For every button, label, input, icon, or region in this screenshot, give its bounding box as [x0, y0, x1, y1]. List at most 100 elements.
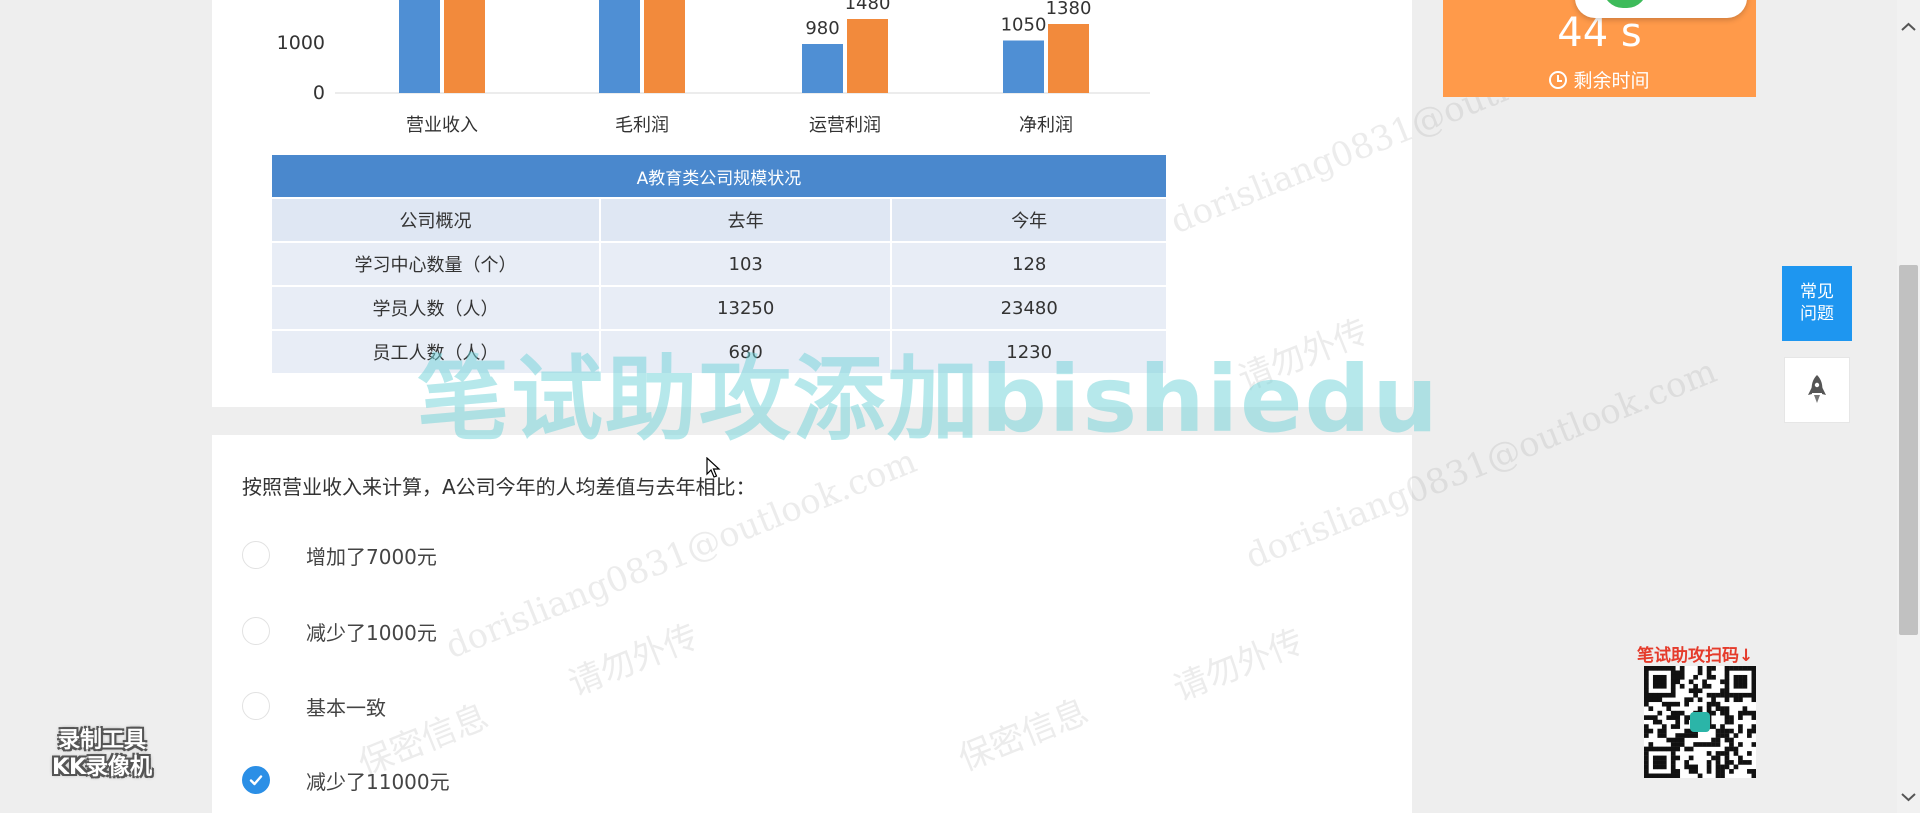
qr-module [1666, 715, 1672, 720]
qr-module [1724, 751, 1730, 756]
qr-module [1711, 755, 1716, 761]
qr-module [1724, 697, 1730, 703]
qr-module [1670, 742, 1676, 747]
floating-toolbar-pill[interactable] [1575, 0, 1747, 18]
qr-module [1720, 733, 1725, 738]
qr-module [1657, 728, 1663, 734]
qr-module [1715, 769, 1721, 774]
qr-module [1657, 764, 1663, 770]
qr-module [1670, 737, 1676, 743]
qr-module [1751, 692, 1756, 698]
radio-button[interactable] [242, 617, 270, 645]
qr-module [1688, 697, 1694, 703]
qr-module [1670, 773, 1676, 778]
qr-module [1751, 670, 1756, 676]
table-header-cell: 公司概况 [270, 197, 601, 243]
qr-module [1706, 692, 1712, 698]
qr-module [1644, 697, 1649, 703]
scroll-up-arrow-icon[interactable] [1899, 20, 1918, 34]
qr-module [1720, 728, 1725, 734]
qr-module [1751, 710, 1756, 716]
qr-module [1693, 674, 1698, 680]
qr-module [1742, 760, 1748, 765]
qr-module [1715, 733, 1721, 738]
category-label: 毛利润 [615, 115, 669, 136]
qr-module [1742, 692, 1748, 698]
qr-module [1715, 742, 1721, 747]
qr-module [1652, 683, 1658, 689]
qr-module [1747, 728, 1752, 734]
faq-label-line2: 问题 [1800, 304, 1834, 324]
qr-module [1684, 728, 1689, 734]
qr-module [1720, 692, 1725, 698]
qr-module [1733, 733, 1739, 738]
qr-module [1675, 737, 1681, 743]
qr-module [1711, 692, 1716, 698]
qr-module [1648, 728, 1654, 734]
qr-module [1751, 769, 1756, 774]
option-a[interactable]: 增加了7000元 [242, 535, 437, 575]
qr-module [1644, 688, 1649, 694]
qr-module [1652, 746, 1658, 752]
qr-module [1697, 670, 1703, 676]
qr-module [1715, 751, 1721, 756]
bar [399, 0, 440, 93]
qr-module [1724, 737, 1730, 743]
qr-module [1747, 751, 1752, 756]
qr-module [1675, 701, 1681, 707]
qr-module [1679, 710, 1685, 716]
radio-button-checked[interactable] [242, 766, 270, 794]
table-caption: A教育类公司规模状况 [270, 153, 1168, 199]
qr-module [1661, 755, 1667, 761]
qr-module [1738, 683, 1743, 689]
qr-module [1720, 724, 1725, 729]
qr-module [1670, 764, 1676, 770]
bar [599, 0, 640, 93]
qr-module [1697, 742, 1703, 747]
qr-module [1711, 666, 1716, 671]
option-c[interactable]: 基本一致 [242, 686, 386, 726]
qr-module [1679, 733, 1685, 738]
qr-module [1657, 755, 1663, 761]
data-label: 980 [805, 18, 839, 39]
radio-button[interactable] [242, 541, 270, 569]
qr-module [1670, 701, 1676, 707]
option-b[interactable]: 减少了1000元 [242, 611, 437, 651]
qr-module [1738, 674, 1743, 680]
qr-module [1747, 666, 1752, 671]
qr-module [1733, 683, 1739, 689]
scrollbar-thumb[interactable] [1899, 265, 1918, 635]
qr-module [1675, 679, 1681, 685]
qr-module [1644, 683, 1649, 689]
qr-module [1751, 715, 1756, 720]
table-cell: 103 [598, 241, 893, 287]
radio-button[interactable] [242, 692, 270, 720]
faq-button[interactable]: 常见 问题 [1782, 266, 1852, 341]
qr-module [1688, 679, 1694, 685]
qr-module [1688, 733, 1694, 738]
qr-module [1697, 773, 1703, 778]
promo-watermark: 笔试助攻添加bishiedu [417, 346, 1440, 453]
qr-module [1729, 746, 1734, 752]
qr-module [1657, 674, 1663, 680]
table-header-cell: 今年 [890, 197, 1168, 243]
qr-module [1738, 710, 1743, 716]
qr-module [1670, 755, 1676, 761]
qr-module [1738, 760, 1743, 765]
qr-module [1751, 683, 1756, 689]
qr-module [1751, 688, 1756, 694]
option-d[interactable]: 减少了11000元 [242, 760, 450, 800]
qr-code-icon[interactable] [1644, 666, 1756, 778]
qr-module [1644, 769, 1649, 774]
qr-module [1729, 737, 1734, 743]
qr-module [1679, 674, 1685, 680]
qr-module [1652, 764, 1658, 770]
qr-module [1670, 715, 1676, 720]
scroll-down-arrow-icon[interactable] [1899, 790, 1918, 804]
qr-module [1738, 692, 1743, 698]
back-to-top-button[interactable] [1784, 357, 1850, 423]
qr-module [1661, 733, 1667, 738]
qr-module [1697, 666, 1703, 671]
table-cell: 学习中心数量（个） [270, 241, 601, 287]
bar [802, 44, 843, 93]
